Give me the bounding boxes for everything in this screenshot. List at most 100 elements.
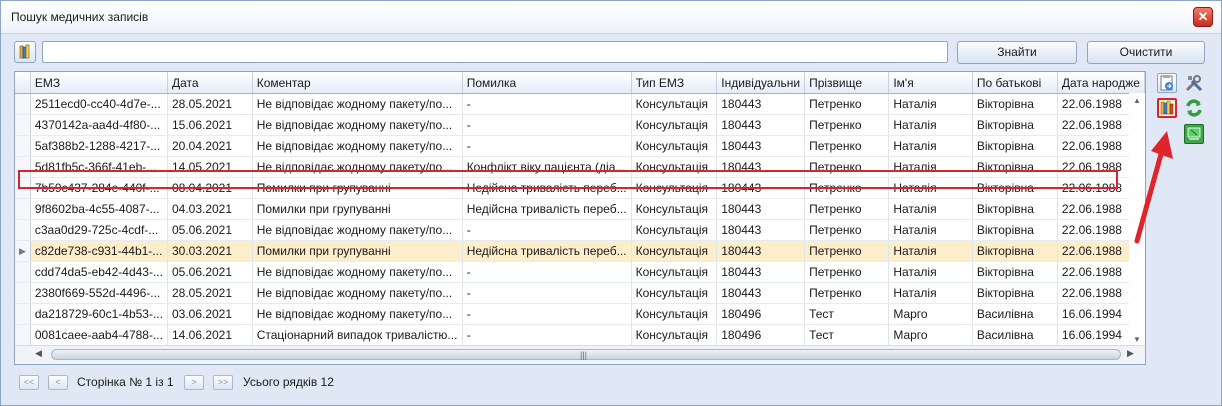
table-cell[interactable]: Консультація: [631, 240, 718, 262]
table-cell[interactable]: 180496: [716, 324, 806, 346]
table-cell[interactable]: 14.05.2021: [167, 156, 253, 178]
table-row[interactable]: c3aa0d29-725c-4cdf-... 05.06.2021 Не відпо…: [15, 219, 1145, 241]
scroll-left-icon[interactable]: ◀: [35, 348, 42, 359]
table-cell[interactable]: Наталія: [888, 240, 973, 262]
table-row[interactable]: 4370142a-aa4d-4f80-... 15.06.2021 Не відпо…: [15, 114, 1145, 136]
table-cell[interactable]: Наталія: [888, 135, 973, 157]
table-cell[interactable]: Консультація: [631, 303, 718, 325]
table-cell[interactable]: Не відповідає жодному пакету/по...: [252, 219, 463, 241]
table-cell[interactable]: Петренко: [804, 219, 890, 241]
search-input[interactable]: [42, 41, 948, 63]
row-indicator[interactable]: ▶: [15, 240, 31, 262]
table-cell[interactable]: 05.06.2021: [167, 219, 253, 241]
row-indicator[interactable]: [15, 303, 31, 325]
table-cell[interactable]: 30.03.2021: [167, 240, 253, 262]
table-cell[interactable]: Консультація: [631, 198, 718, 220]
row-indicator[interactable]: [15, 177, 31, 199]
table-cell[interactable]: Конфлікт віку пацієнта (діа...: [462, 156, 632, 178]
table-cell[interactable]: 28.05.2021: [167, 282, 253, 304]
table-cell[interactable]: Петренко: [804, 135, 890, 157]
table-cell[interactable]: -: [462, 93, 632, 115]
table-row[interactable]: ▶ c82de738-c931-44b1-... 30.03.2021 Помилки…: [15, 240, 1145, 262]
table-cell[interactable]: Консультація: [631, 93, 718, 115]
table-cell[interactable]: 20.04.2021: [167, 135, 253, 157]
table-cell[interactable]: Наталія: [888, 219, 973, 241]
table-cell[interactable]: Консультація: [631, 261, 718, 283]
table-cell[interactable]: Не відповідає жодному пакету/по...: [252, 93, 463, 115]
table-cell[interactable]: Петренко: [804, 240, 890, 262]
table-cell[interactable]: da218729-60c1-4b53-...: [30, 303, 168, 325]
table-cell[interactable]: Петренко: [804, 177, 890, 199]
column-header[interactable]: Помилка: [462, 72, 632, 94]
table-cell[interactable]: Вікторівна: [972, 282, 1058, 304]
table-cell[interactable]: Марго: [888, 303, 973, 325]
next-page-button[interactable]: >: [184, 375, 204, 390]
table-cell[interactable]: Петренко: [804, 261, 890, 283]
table-cell[interactable]: Марго: [888, 324, 973, 346]
export-doc-icon[interactable]: [1157, 73, 1177, 93]
table-cell[interactable]: 7b59c437-284e-440f-...: [30, 177, 168, 199]
row-indicator[interactable]: [15, 135, 31, 157]
table-cell[interactable]: Петренко: [804, 114, 890, 136]
table-cell[interactable]: Консультація: [631, 219, 718, 241]
table-cell[interactable]: 180443: [716, 135, 806, 157]
table-cell[interactable]: Наталія: [888, 114, 973, 136]
table-row[interactable]: 5af388b2-1288-4217-... 20.04.2021 Не відпо…: [15, 135, 1145, 157]
table-cell[interactable]: Помилки при групуванні: [252, 177, 463, 199]
find-button[interactable]: Знайти: [957, 41, 1077, 64]
table-cell[interactable]: Наталія: [888, 282, 973, 304]
table-cell[interactable]: -: [462, 135, 632, 157]
table-cell[interactable]: 4370142a-aa4d-4f80-...: [30, 114, 168, 136]
table-cell[interactable]: Консультація: [631, 177, 718, 199]
column-header[interactable]: Дата: [167, 72, 253, 94]
table-cell[interactable]: 180443: [716, 198, 806, 220]
row-indicator[interactable]: [15, 198, 31, 220]
table-cell[interactable]: Консультація: [631, 135, 718, 157]
table-cell[interactable]: Вікторівна: [972, 156, 1058, 178]
row-indicator[interactable]: [15, 219, 31, 241]
table-cell[interactable]: -: [462, 219, 632, 241]
flag-icon[interactable]: [1184, 124, 1204, 144]
table-row[interactable]: 2511ecd0-cc40-4d7e-... 28.05.2021 Не відпо…: [15, 93, 1145, 115]
horizontal-scrollbar[interactable]: ◀ ||| ▶: [15, 345, 1145, 364]
table-cell[interactable]: 5af388b2-1288-4217-...: [30, 135, 168, 157]
table-cell[interactable]: Вікторівна: [972, 240, 1058, 262]
table-cell[interactable]: Петренко: [804, 198, 890, 220]
column-header[interactable]: ЕМЗ: [30, 72, 168, 94]
row-indicator[interactable]: [15, 324, 31, 346]
row-indicator[interactable]: [15, 282, 31, 304]
table-cell[interactable]: Не відповідає жодному пакету/по...: [252, 156, 463, 178]
table-cell[interactable]: 05.06.2021: [167, 261, 253, 283]
column-header[interactable]: Прізвище: [804, 72, 890, 94]
table-cell[interactable]: Недійсна тривалість переб...: [462, 240, 632, 262]
table-cell[interactable]: Не відповідає жодному пакету/по...: [252, 114, 463, 136]
document-icon[interactable]: [14, 41, 36, 63]
table-row[interactable]: 0081caee-aab4-4788-... 14.06.2021 Стаціона…: [15, 324, 1145, 346]
table-cell[interactable]: Тест: [804, 324, 890, 346]
table-cell[interactable]: Наталія: [888, 261, 973, 283]
document-book-icon[interactable]: [1157, 98, 1177, 118]
table-cell[interactable]: Наталія: [888, 177, 973, 199]
table-cell[interactable]: Не відповідає жодному пакету/по...: [252, 135, 463, 157]
first-page-button[interactable]: <<: [19, 375, 39, 390]
table-cell[interactable]: 180443: [716, 114, 806, 136]
scroll-down-icon[interactable]: ▼: [1133, 335, 1141, 344]
table-cell[interactable]: -: [462, 303, 632, 325]
table-cell[interactable]: Недійсна тривалість переб...: [462, 177, 632, 199]
row-indicator[interactable]: [15, 93, 31, 115]
table-row[interactable]: 7b59c437-284e-440f-... 08.04.2021 Помилки …: [15, 177, 1145, 199]
table-cell[interactable]: Наталія: [888, 198, 973, 220]
column-header[interactable]: Тип ЕМЗ: [631, 72, 718, 94]
tools-icon[interactable]: [1184, 73, 1204, 93]
table-cell[interactable]: 180443: [716, 240, 806, 262]
table-cell[interactable]: 9f8602ba-4c55-4087-...: [30, 198, 168, 220]
table-cell[interactable]: 08.04.2021: [167, 177, 253, 199]
table-cell[interactable]: Вікторівна: [972, 114, 1058, 136]
table-cell[interactable]: Вікторівна: [972, 177, 1058, 199]
table-cell[interactable]: Петренко: [804, 93, 890, 115]
column-header[interactable]: По батькові: [972, 72, 1058, 94]
column-header[interactable]: Дата народже: [1057, 72, 1145, 94]
close-button[interactable]: ✕: [1193, 7, 1213, 27]
table-cell[interactable]: Недійсна тривалість переб...: [462, 198, 632, 220]
table-cell[interactable]: Не відповідає жодному пакету/по...: [252, 282, 463, 304]
